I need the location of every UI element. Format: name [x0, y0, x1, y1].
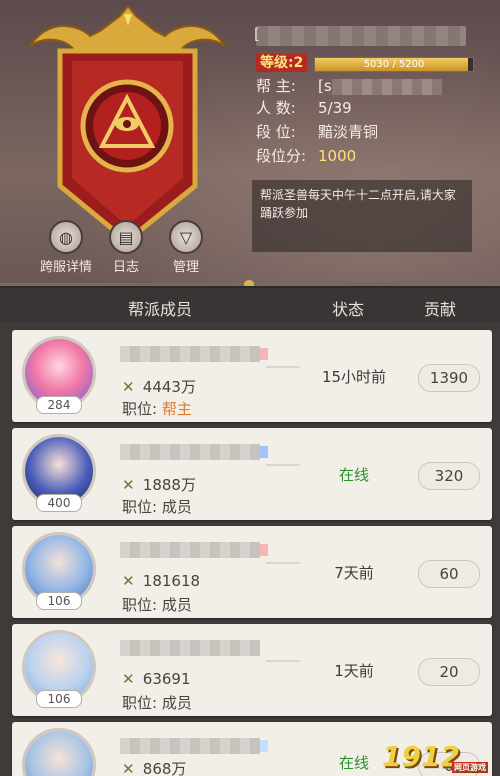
col-contribution: 贡献	[424, 300, 457, 319]
leader-key: 帮 主:	[256, 77, 296, 95]
manage-button[interactable]: ▽ 管理	[154, 220, 218, 275]
guild-emblem	[29, 6, 226, 245]
book-icon: ▤	[109, 220, 143, 254]
member-status: 1天前	[334, 662, 374, 680]
member-level: 106	[36, 690, 82, 708]
rank-key: 段 位:	[256, 123, 296, 141]
member-name-blur	[120, 444, 268, 460]
members-key: 人 数:	[256, 99, 296, 117]
member-role: 职位: 帮主	[122, 400, 192, 418]
member-contribution: 60	[418, 560, 480, 588]
guild-name: [	[254, 25, 466, 46]
list-item[interactable]: 400 ✕ 1888万 职位: 成员 在线 320	[12, 428, 492, 520]
list-item[interactable]: 106 ✕ 181618 职位: 成员 7天前 60	[12, 526, 492, 618]
member-contribution: 320	[418, 462, 480, 490]
col-status: 状态	[332, 300, 365, 319]
crossed-swords-icon: ✕	[122, 670, 135, 688]
score-row: 段位分: 1000	[256, 146, 356, 166]
members-row: 人 数: 5/39	[256, 98, 352, 118]
guild-header: ◍ 跨服详情 ▤ 日志 ▽ 管理 [ 等级:2 5030 / 5200 帮 主:…	[0, 0, 500, 286]
xp-bar: 5030 / 5200	[314, 57, 474, 72]
list-item[interactable]: 106 ✕ 63691 职位: 成员 1天前 20	[12, 624, 492, 716]
score-value: 1000	[318, 147, 357, 165]
member-power: ✕ 63691	[122, 670, 191, 688]
member-level: 106	[36, 592, 82, 610]
member-contribution: 20	[418, 658, 480, 686]
crossed-swords-icon: ✕	[122, 378, 135, 396]
member-name-blur	[120, 738, 268, 754]
rank-value: 黯淡青铜	[318, 123, 379, 141]
member-power: ✕ 4443万	[122, 378, 196, 396]
member-name-blur	[120, 346, 268, 362]
xp-text: 5030 / 5200	[363, 59, 425, 70]
globe-icon: ◍	[49, 220, 83, 254]
divider-ornament-icon	[244, 280, 254, 286]
guild-name-prefix: [	[254, 25, 260, 43]
member-role: 职位: 成员	[122, 498, 192, 516]
score-key: 段位分:	[256, 147, 307, 165]
member-level: 284	[36, 396, 82, 414]
site-watermark-logo: 1912 网页游戏	[382, 740, 488, 773]
member-power: ✕ 868万	[122, 760, 187, 776]
crossed-swords-icon: ✕	[122, 476, 135, 494]
col-members: 帮派成员	[128, 300, 193, 319]
leader-row: 帮 主: [s	[256, 76, 442, 96]
log-label: 日志	[112, 260, 139, 275]
member-status: 15小时前	[321, 368, 387, 386]
member-name-blur	[120, 542, 268, 558]
guild-notice: 帮派圣兽每天中午十二点开启,请大家踊跃参加	[252, 180, 472, 252]
arrow-line	[266, 464, 300, 466]
member-status: 7天前	[334, 564, 374, 582]
header-divider	[0, 280, 500, 286]
leader-name-blur	[331, 78, 442, 95]
member-level: 400	[36, 494, 82, 512]
rank-row: 段 位: 黯淡青铜	[256, 122, 378, 142]
member-role: 职位: 成员	[122, 596, 192, 614]
cross-server-label: 跨服详情	[39, 260, 92, 275]
member-list[interactable]: 284 ✕ 4443万 职位: 帮主 15小时前 1390 400 ✕ 1888…	[0, 322, 500, 776]
list-item[interactable]: 284 ✕ 4443万 职位: 帮主 15小时前 1390	[12, 330, 492, 422]
avatar[interactable]	[22, 728, 96, 776]
manage-label: 管理	[172, 260, 199, 275]
members-value: 5/39	[318, 99, 352, 117]
crossed-swords-icon: ✕	[122, 760, 135, 776]
emblem-icon: ▽	[169, 220, 203, 254]
cross-server-button[interactable]: ◍ 跨服详情	[34, 220, 98, 275]
arrow-line	[266, 366, 300, 368]
member-name-blur	[120, 640, 260, 656]
member-power: ✕ 1888万	[122, 476, 196, 494]
crossed-swords-icon: ✕	[122, 572, 135, 590]
arrow-line	[266, 660, 300, 662]
leader-value: [s	[318, 77, 332, 95]
member-role: 职位: 成员	[122, 694, 192, 712]
log-button[interactable]: ▤ 日志	[94, 220, 158, 275]
member-status: 在线	[338, 466, 369, 484]
member-contribution: 1390	[418, 364, 480, 392]
level-row: 等级:2 5030 / 5200	[256, 54, 474, 72]
member-table-header: 帮派成员 状态 贡献	[0, 288, 500, 322]
member-power: ✕ 181618	[122, 572, 201, 590]
level-tag: 等级:2	[256, 54, 308, 72]
arrow-line	[266, 562, 300, 564]
